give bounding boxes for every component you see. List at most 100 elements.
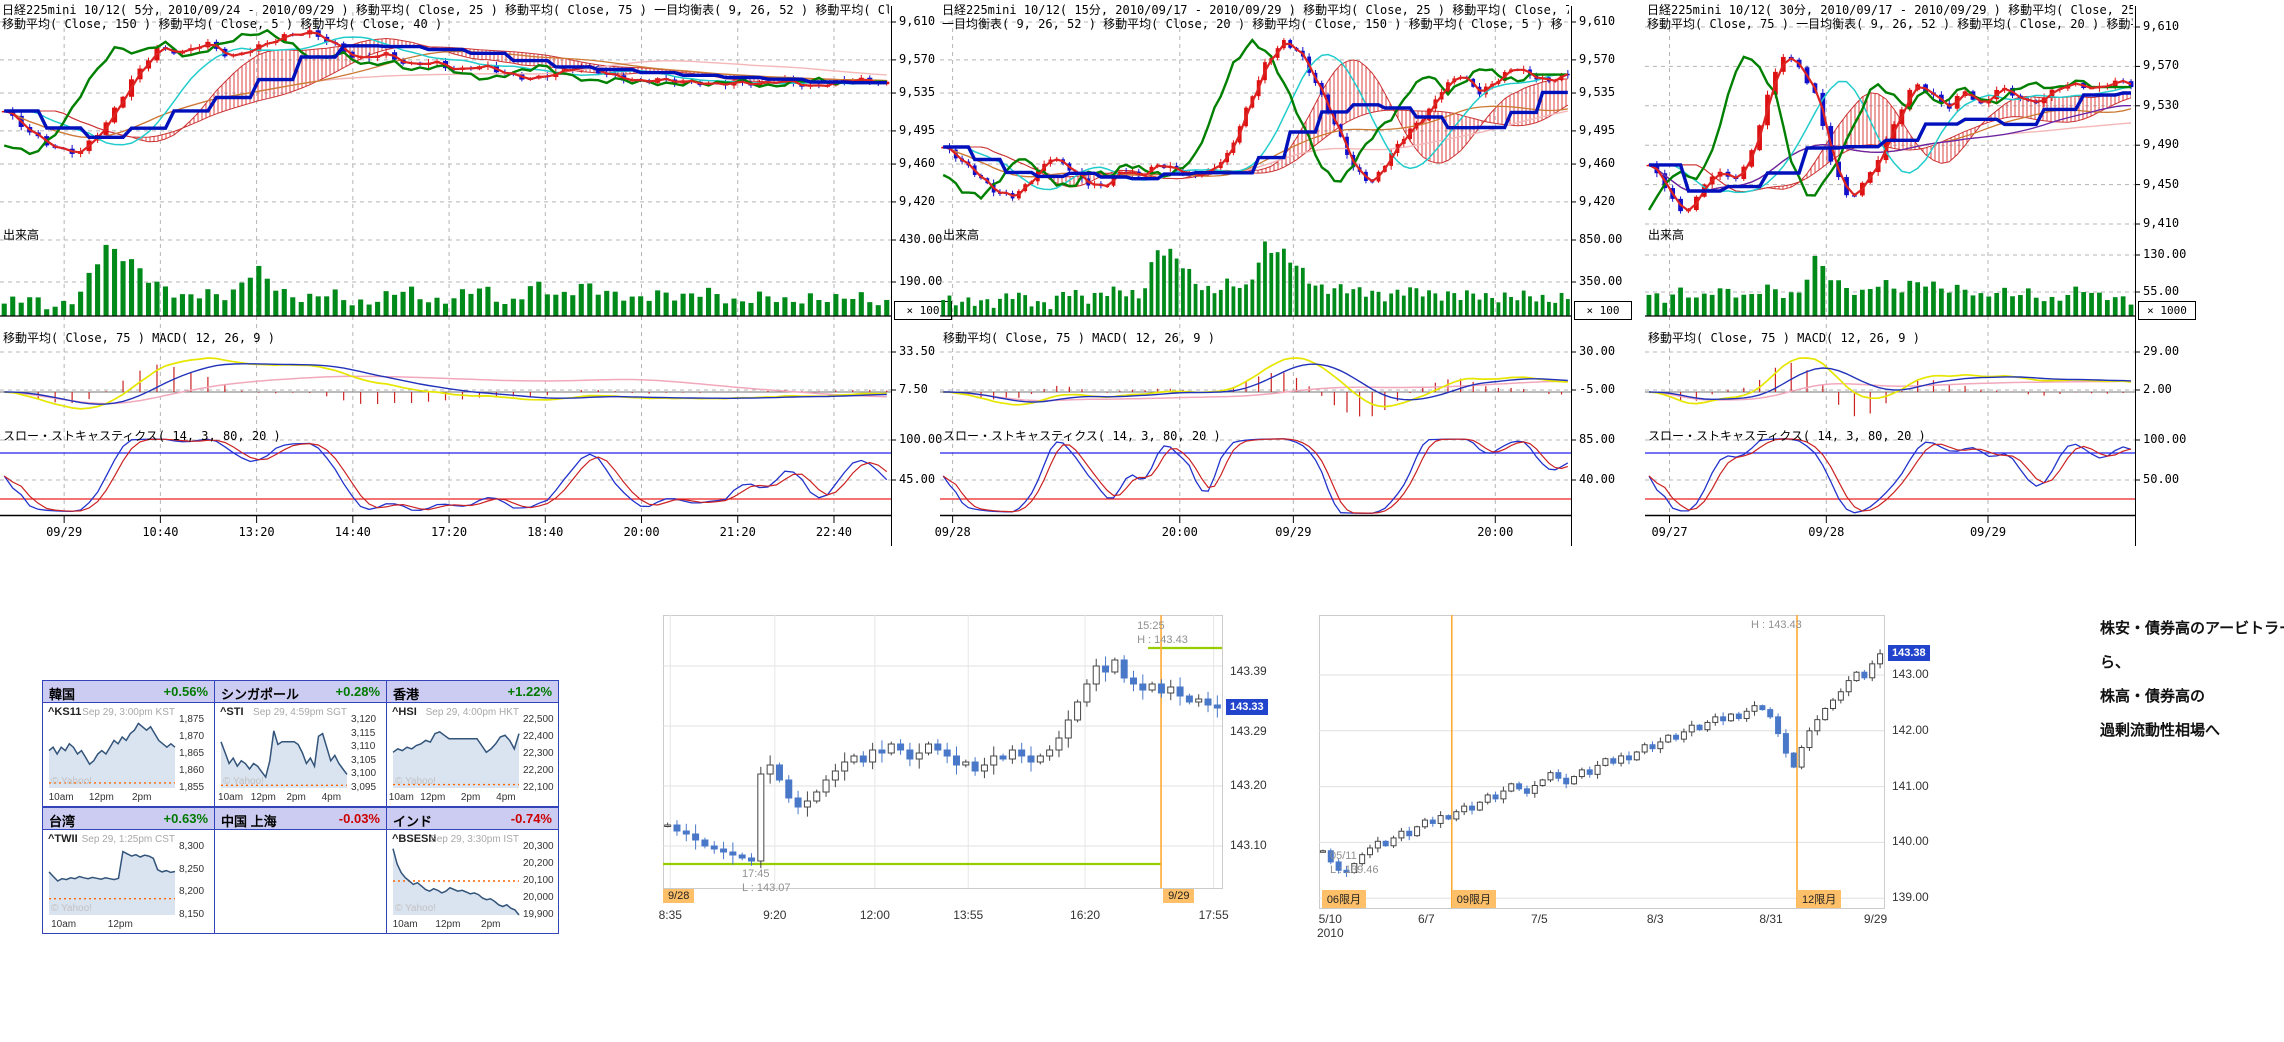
- x-axis-label: 10:40: [130, 525, 190, 539]
- mini-y-axis-label: 20,100: [523, 875, 554, 886]
- stoch-axis-label: 40.00: [1579, 472, 1615, 486]
- mini-x-axis-label: 10am: [44, 919, 84, 930]
- mini-x-axis-label: 12pm: [428, 919, 468, 930]
- bond-price-label: 143.39: [1230, 664, 1267, 678]
- volume-pane-label: 出来高: [3, 226, 39, 243]
- chart-header-line2: 移動平均( Close, 150 ) 移動平均( Close, 5 ) 移動平均…: [2, 15, 889, 32]
- bond-x-axis-label: 16:20: [1059, 908, 1111, 922]
- volume-pane-label: 出来高: [943, 226, 979, 243]
- mini-y-axis-label: 22,400: [523, 731, 554, 742]
- price-axis-label: 9,460: [1579, 156, 1615, 170]
- mini-y-axis-label: 1,855: [179, 782, 204, 793]
- bond-price-label: 139.00: [1892, 890, 1929, 904]
- market-change-badge: -0.74%: [511, 811, 552, 826]
- timestamp: Sep 29, 1:25pm CST: [79, 834, 175, 845]
- market-commentary-line: 株高・債券高の: [2100, 685, 2284, 706]
- price-axis-label: 9,610: [1579, 14, 1615, 28]
- bond-x-axis-label: 12:00: [849, 908, 901, 922]
- high-value-annotation: H : 143.43: [1751, 619, 1802, 631]
- high-time-annotation: 15:25: [1137, 620, 1165, 632]
- bond-x-axis-label: 6/7: [1402, 912, 1450, 926]
- market-change-badge: +0.63%: [164, 811, 208, 826]
- price-axis-label: 9,535: [1579, 85, 1615, 99]
- bond-x-axis-label: 7/5: [1515, 912, 1563, 926]
- market-panel-^STI[interactable]: シンガポール+0.28%^STISep 29, 4:59pm SGT3,1203…: [214, 680, 387, 807]
- nikkei225mini-30min-chart: 日経225mini 10/12( 30分, 2010/09/17 - 2010/…: [1645, 0, 2199, 560]
- mini-y-axis-label: 20,300: [523, 841, 554, 852]
- nikkei225mini-15min-chart: 日経225mini 10/12( 15分, 2010/09/17 - 2010/…: [940, 0, 1635, 560]
- market-name: 中国 上海: [221, 811, 277, 830]
- macd-pane-label: 移動平均( Close, 75 ) MACD( 12, 26, 9 ): [943, 329, 1215, 346]
- stoch-axis-label: 100.00: [899, 432, 942, 446]
- stoch-axis-label: 50.00: [2143, 472, 2179, 486]
- mini-x-axis-label: 2pm: [276, 792, 316, 803]
- volume-bars: [1647, 256, 2134, 316]
- nikkei225mini-15min-chart-plot-surface[interactable]: [940, 0, 1635, 560]
- market-panel-^KS11[interactable]: 韓国+0.56%^KS11Sep 29, 3:00pm KST1,8751,87…: [42, 680, 215, 807]
- mini-x-axis-label: 12pm: [413, 792, 453, 803]
- market-name: インド: [393, 811, 432, 830]
- price-axis-label: 9,460: [899, 156, 935, 170]
- volume-axis-label: 350.00: [1579, 274, 1622, 288]
- timestamp: Sep 29, 4:00pm HKT: [423, 707, 519, 718]
- price-axis-label: 9,420: [899, 194, 935, 208]
- chart-header-line2: 一目均衡表( 9, 26, 52 ) 移動平均( Close, 20 ) 移動平…: [942, 15, 1569, 32]
- ticker-symbol: ^STI: [220, 706, 244, 718]
- timestamp: Sep 29, 3:30pm IST: [423, 834, 519, 845]
- price-axis-label: 9,490: [2143, 137, 2179, 151]
- bond-x-axis-label: 9/29: [1852, 912, 1900, 926]
- stoch-pane-label: スロー・ストキャスティクス( 14, 3, 80, 20 ): [943, 427, 1221, 444]
- contract-month-box: 06限月: [1322, 890, 1366, 908]
- mini-x-axis-label: 12pm: [81, 792, 121, 803]
- jgb-intraday-chart[interactable]: [663, 615, 1226, 892]
- mini-y-axis-label: 8,200: [179, 886, 204, 897]
- mini-x-axis-label: 10am: [385, 919, 425, 930]
- x-axis-label: 18:40: [515, 525, 575, 539]
- market-change-badge: +1.22%: [508, 684, 552, 699]
- bond-price-label: 143.20: [1230, 778, 1267, 792]
- ticker-symbol: ^KS11: [48, 706, 81, 718]
- market-panel-header: 中国 上海-0.03%: [215, 808, 386, 830]
- market-commentary-line: 株安・債券高のアービトラージ相場か: [2100, 617, 2284, 638]
- x-axis-label: 17:20: [419, 525, 479, 539]
- market-panel-header: 台湾 +0.63%: [43, 808, 214, 830]
- jgb-daily-chart[interactable]: [1319, 615, 1888, 912]
- bond-price-label: 143.10: [1230, 838, 1267, 852]
- mini-x-axis-label: 2pm: [122, 792, 162, 803]
- yahoo-watermark: © Yahoo!: [395, 776, 436, 787]
- market-panel-中国 上海[interactable]: 中国 上海-0.03%: [214, 807, 387, 934]
- yahoo-watermark: © Yahoo!: [51, 776, 92, 787]
- nikkei225mini-5min-chart: 日経225mini 10/12( 5分, 2010/09/24 - 2010/0…: [0, 0, 955, 560]
- mini-y-axis-label: 22,100: [523, 782, 554, 793]
- market-name: 台湾: [49, 811, 75, 830]
- price-axis-label: 9,610: [899, 14, 935, 28]
- session-date-box: 9/28: [663, 889, 694, 903]
- market-panel-^TWII[interactable]: 台湾+0.63%^TWIISep 29, 1:25pm CST8,3008,25…: [42, 807, 215, 934]
- bond-price-label: 143.29: [1230, 724, 1267, 738]
- mini-y-axis-label: 20,000: [523, 892, 554, 903]
- multiplier-box: × 100: [1574, 301, 1632, 320]
- last-price-box: 143.33: [1226, 699, 1268, 715]
- bond-x-axis-label: 8/31: [1747, 912, 1795, 926]
- x-axis-label: 09/28: [923, 525, 983, 539]
- market-panel-^BSESN[interactable]: インド-0.74%^BSESNSep 29, 3:30pm IST20,3002…: [386, 807, 559, 934]
- bond-x-axis-label: 8/3: [1631, 912, 1679, 926]
- macd-axis-label: 29.00: [2143, 344, 2179, 358]
- bond-x-axis-label: 17:55: [1188, 908, 1240, 922]
- mini-y-axis-label: 1,865: [179, 748, 204, 759]
- x-axis-label: 21:20: [708, 525, 768, 539]
- mini-y-axis-label: 1,875: [179, 714, 204, 725]
- bond-x-axis-label: 13:55: [942, 908, 994, 922]
- mini-x-axis-label: 10am: [41, 792, 81, 803]
- low-time-annotation: 17:45: [742, 868, 770, 880]
- nikkei225mini-5min-chart-plot-surface[interactable]: [0, 0, 955, 560]
- nikkei225mini-30min-chart-plot-surface[interactable]: [1645, 0, 2199, 560]
- mini-y-axis-label: 3,110: [351, 741, 375, 752]
- macd-pane-label: 移動平均( Close, 75 ) MACD( 12, 26, 9 ): [3, 329, 275, 346]
- bond-price-label: 141.00: [1892, 779, 1929, 793]
- macd-axis-label: 2.00: [2143, 382, 2172, 396]
- mini-x-axis-label: 12pm: [100, 919, 140, 930]
- mini-y-axis-label: 19,900: [523, 909, 554, 920]
- market-panel-^HSI[interactable]: 香港+1.22%^HSISep 29, 4:00pm HKT22,50022,4…: [386, 680, 559, 807]
- stoch-axis-label: 85.00: [1579, 432, 1615, 446]
